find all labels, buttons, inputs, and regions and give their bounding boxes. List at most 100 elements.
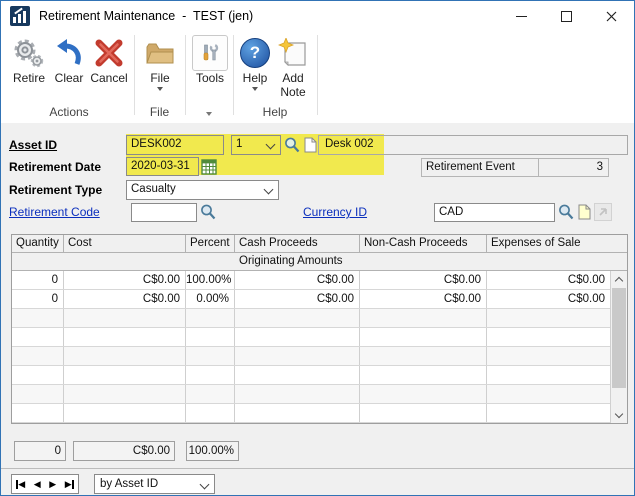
table-cell[interactable]: [235, 309, 360, 327]
chevron-down-icon: [266, 140, 276, 150]
window-title: Retirement Maintenance - TEST (jen): [39, 9, 253, 23]
retire-button[interactable]: Retire: [7, 35, 51, 99]
scrollbar-thumb[interactable]: [612, 288, 626, 388]
table-cell[interactable]: [186, 328, 235, 346]
previous-record-icon: ◀: [34, 480, 41, 489]
table-body: 0 C$0.00 100.00% C$0.00 C$0.00 C$0.00 0 …: [12, 271, 627, 423]
gears-icon: [12, 35, 46, 71]
close-button[interactable]: [589, 1, 634, 31]
asset-id-label[interactable]: Asset ID: [9, 138, 57, 152]
close-icon: [606, 11, 617, 22]
file-label: File: [150, 71, 169, 85]
column-header-noncash-proceeds: Non-Cash Proceeds: [360, 235, 487, 252]
scroll-down-button[interactable]: [611, 407, 627, 423]
first-record-icon: ◀: [18, 480, 25, 489]
asset-id-suffix-combo[interactable]: 1: [231, 135, 281, 155]
table-cell[interactable]: [360, 328, 487, 346]
asset-id-note-button[interactable]: [303, 136, 318, 154]
calendar-icon: [201, 159, 217, 175]
clear-button[interactable]: Clear: [51, 35, 87, 99]
magnifier-icon: [200, 204, 216, 221]
vertical-scrollbar[interactable]: [610, 271, 627, 423]
table-cell[interactable]: [487, 404, 610, 422]
table-cell[interactable]: [186, 309, 235, 327]
table-cell[interactable]: [487, 366, 610, 384]
table-cell[interactable]: [64, 309, 186, 327]
previous-record-button[interactable]: ◀: [34, 480, 41, 489]
table-cell[interactable]: [186, 385, 235, 403]
table-cell[interactable]: [186, 404, 235, 422]
scroll-up-button[interactable]: [611, 271, 627, 287]
retirement-date-field[interactable]: 2020-03-31: [126, 157, 199, 176]
table-cell[interactable]: [235, 366, 360, 384]
table-cell[interactable]: [186, 347, 235, 365]
column-header-quantity: Quantity: [12, 235, 64, 252]
table-cell[interactable]: [235, 328, 360, 346]
table-cell[interactable]: [64, 328, 186, 346]
table-cell[interactable]: [360, 366, 487, 384]
currency-note-button[interactable]: [576, 203, 592, 221]
table-cell[interactable]: [12, 309, 64, 327]
currency-lookup-button[interactable]: [557, 203, 575, 221]
last-record-button[interactable]: ▶: [65, 480, 74, 489]
asset-id-field[interactable]: DESK002: [126, 135, 224, 155]
tools-label: Tools: [196, 71, 224, 85]
first-record-button[interactable]: ◀: [16, 480, 25, 489]
cancel-button[interactable]: Cancel: [87, 35, 131, 99]
ribbon-group-file: File: [134, 105, 185, 119]
table-cell[interactable]: C$0.00: [360, 271, 487, 289]
table-cell[interactable]: 0: [12, 271, 64, 289]
table-cell[interactable]: [487, 309, 610, 327]
table-cell[interactable]: [487, 347, 610, 365]
currency-id-field[interactable]: CAD: [434, 203, 555, 222]
table-cell[interactable]: [12, 328, 64, 346]
table-cell[interactable]: 100.00%: [186, 271, 235, 289]
table-cell[interactable]: [64, 385, 186, 403]
minimize-icon: [516, 16, 527, 17]
add-note-button[interactable]: Add Note: [273, 35, 313, 99]
table-cell[interactable]: 0.00%: [186, 290, 235, 308]
table-cell[interactable]: C$0.00: [360, 290, 487, 308]
retirement-code-lookup-button[interactable]: [199, 203, 217, 221]
table-cell[interactable]: C$0.00: [235, 290, 360, 308]
table-cell[interactable]: [64, 404, 186, 422]
minimize-button[interactable]: [499, 1, 544, 31]
table-cell[interactable]: C$0.00: [64, 290, 186, 308]
next-record-button[interactable]: ▶: [49, 480, 56, 489]
sort-by-dropdown[interactable]: by Asset ID: [94, 474, 215, 494]
table-cell[interactable]: [487, 328, 610, 346]
calendar-button[interactable]: [200, 158, 217, 175]
table-cell[interactable]: [12, 385, 64, 403]
table-cell[interactable]: [12, 404, 64, 422]
table-cell[interactable]: [64, 347, 186, 365]
tools-menu-button[interactable]: Tools: [189, 35, 231, 99]
table-cell[interactable]: C$0.00: [487, 271, 610, 289]
table-cell[interactable]: [64, 366, 186, 384]
ribbon-group-tools-launcher[interactable]: [185, 105, 233, 119]
table-cell[interactable]: [235, 347, 360, 365]
app-chart-icon: [10, 6, 30, 26]
table-cell[interactable]: [12, 347, 64, 365]
table-cell[interactable]: 0: [12, 290, 64, 308]
table-cell[interactable]: [186, 366, 235, 384]
retirement-type-select[interactable]: Casualty: [126, 180, 279, 200]
table-cell[interactable]: [360, 309, 487, 327]
retirement-code-field[interactable]: [131, 203, 197, 222]
file-menu-button[interactable]: File: [139, 35, 181, 99]
table-cell[interactable]: [12, 366, 64, 384]
maximize-button[interactable]: [544, 1, 589, 31]
table-cell[interactable]: [360, 404, 487, 422]
table-cell[interactable]: [235, 404, 360, 422]
table-cell[interactable]: [360, 385, 487, 403]
table-cell[interactable]: [360, 347, 487, 365]
table-cell[interactable]: [487, 385, 610, 403]
asset-id-lookup-button[interactable]: [283, 136, 301, 154]
table-cell[interactable]: C$0.00: [64, 271, 186, 289]
retirement-code-link[interactable]: Retirement Code: [9, 205, 100, 219]
currency-id-link[interactable]: Currency ID: [303, 205, 367, 219]
table-cell[interactable]: C$0.00: [235, 271, 360, 289]
table-cell[interactable]: C$0.00: [487, 290, 610, 308]
ribbon-group-actions: Actions: [5, 105, 133, 119]
table-cell[interactable]: [235, 385, 360, 403]
help-menu-button[interactable]: ? Help: [237, 35, 273, 99]
